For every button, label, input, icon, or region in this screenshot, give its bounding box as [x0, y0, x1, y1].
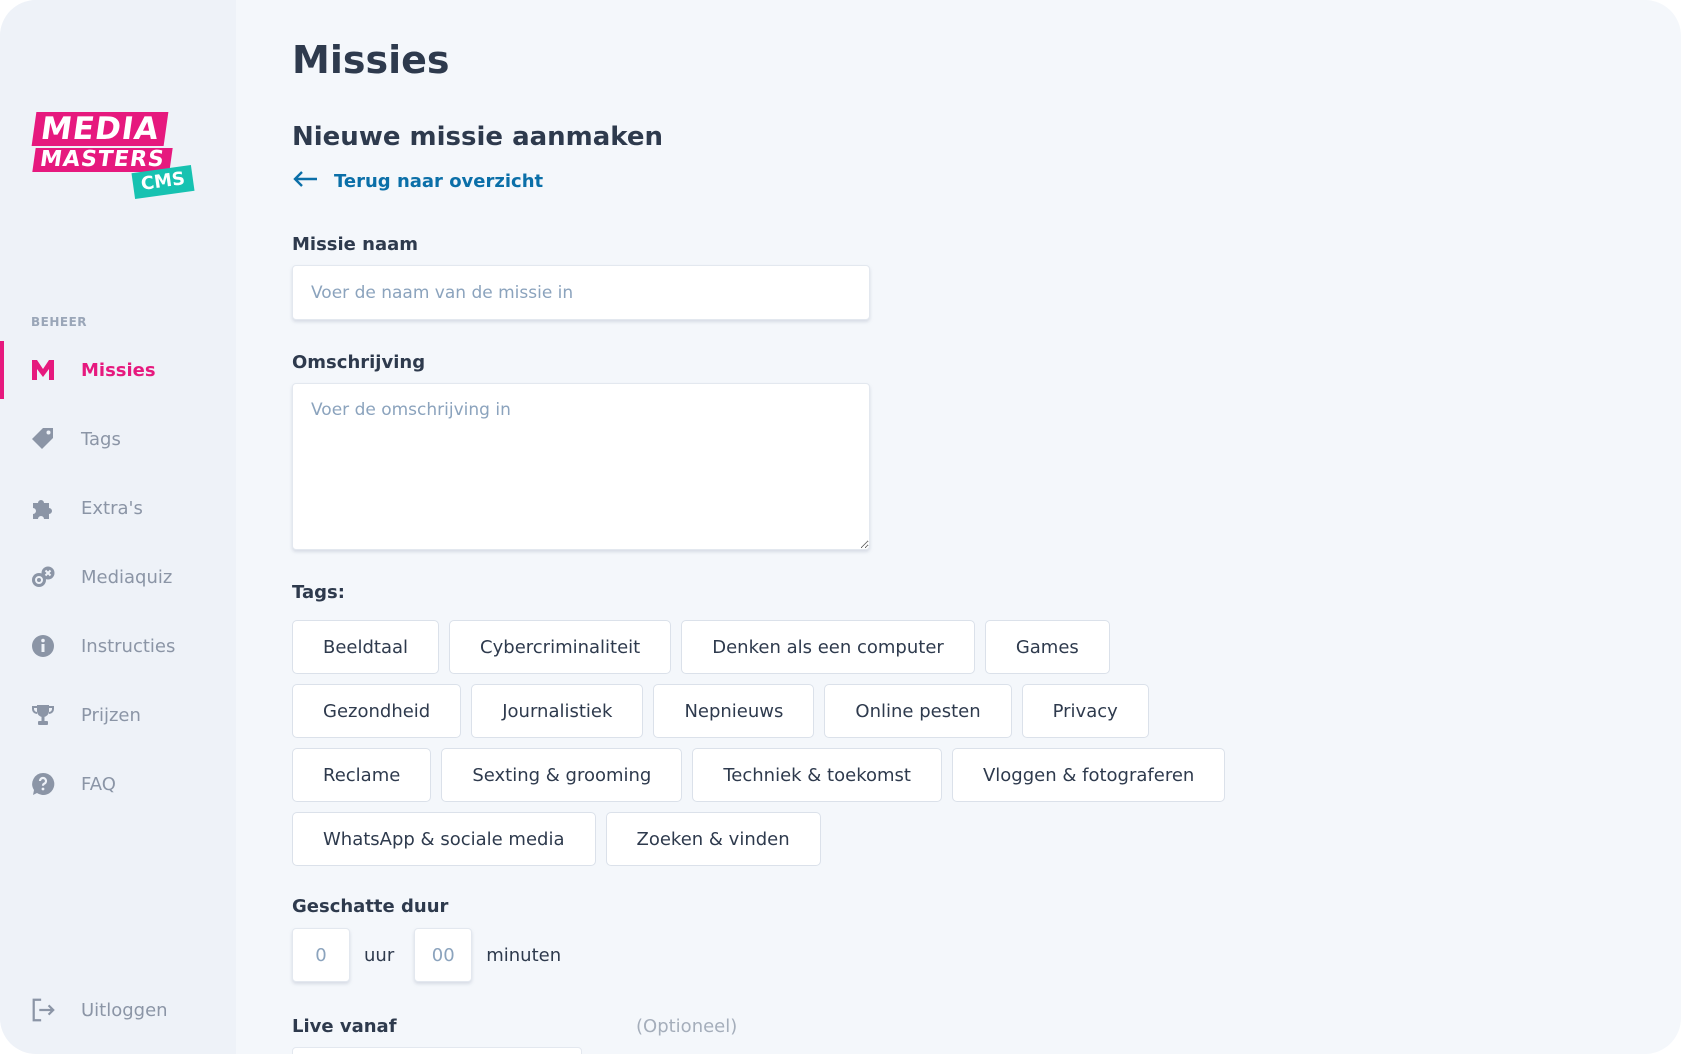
tag-icon [30, 426, 56, 452]
puzzle-icon [30, 495, 56, 521]
duration-inputs: uur minuten [292, 928, 581, 982]
tag-chip[interactable]: Beeldtaal [292, 620, 440, 674]
tag-row: Beeldtaal Cybercriminaliteit Denken als … [292, 620, 1292, 674]
sidebar-nav: Missies Tags Extra's Mediaquiz Instructi… [0, 341, 236, 824]
tag-chip[interactable]: Privacy [1021, 684, 1149, 738]
minutes-unit-label: minuten [486, 944, 562, 966]
tag-chip[interactable]: Games [984, 620, 1110, 674]
optional-hint: (Optioneel) [636, 1016, 738, 1037]
tag-chip[interactable]: Reclame [292, 748, 432, 802]
logo-text-media: MEDIA [31, 111, 169, 147]
sidebar-item-label: Prijzen [81, 704, 141, 726]
sidebar-item-faq[interactable]: FAQ [0, 755, 236, 813]
tag-chip[interactable]: Nepnieuws [653, 684, 815, 738]
hours-input[interactable] [292, 928, 350, 982]
nav-section-label: BEHEER [31, 315, 88, 329]
sidebar-item-label: FAQ [81, 773, 116, 795]
live-from-input[interactable] [292, 1047, 582, 1054]
sidebar-item-label: Mediaquiz [81, 566, 173, 588]
sidebar-item-label: Instructies [81, 635, 176, 657]
sidebar-item-instructies[interactable]: Instructies [0, 617, 236, 675]
info-icon [30, 633, 56, 659]
tag-chip[interactable]: Online pesten [824, 684, 1012, 738]
mission-name-label: Missie naam [292, 234, 419, 255]
back-to-overview-link[interactable]: Terug naar overzicht [292, 170, 543, 192]
minutes-input[interactable] [414, 928, 473, 982]
sidebar-item-label: Extra's [81, 497, 143, 519]
form-title: Nieuwe missie aanmaken [292, 122, 664, 152]
mission-name-input[interactable] [292, 265, 870, 320]
logout-button[interactable]: Uitloggen [30, 995, 168, 1025]
sidebar-item-mediaquiz[interactable]: Mediaquiz [0, 548, 236, 606]
description-textarea[interactable] [292, 383, 870, 550]
page-title: Missies [292, 38, 450, 82]
tag-chip[interactable]: Cybercriminaliteit [449, 620, 672, 674]
logout-icon [30, 997, 56, 1023]
tag-chip[interactable]: WhatsApp & sociale media [292, 812, 596, 866]
live-from-label: Live vanaf [292, 1016, 397, 1037]
sidebar-item-label: Missies [81, 359, 156, 381]
m-letter-icon [30, 357, 56, 383]
tag-chip[interactable]: Gezondheid [292, 684, 462, 738]
tags-label: Tags: [292, 582, 345, 603]
app-window: MEDIA MASTERS CMS BEHEER Missies Tags Ex… [0, 0, 1681, 1054]
trophy-icon [30, 702, 56, 728]
sidebar-item-missies[interactable]: Missies [0, 341, 236, 399]
logout-label: Uitloggen [81, 999, 168, 1021]
duration-label: Geschatte duur [292, 896, 449, 917]
sidebar-item-extras[interactable]: Extra's [0, 479, 236, 537]
tags-selector: Beeldtaal Cybercriminaliteit Denken als … [292, 620, 1292, 876]
main-content: Missies Nieuwe missie aanmaken Terug naa… [236, 0, 1681, 1054]
tag-row: Gezondheid Journalistiek Nepnieuws Onlin… [292, 684, 1292, 738]
media-masters-cms-logo[interactable]: MEDIA MASTERS CMS [28, 110, 204, 202]
logo-text-masters: MASTERS [32, 147, 173, 172]
tag-chip[interactable]: Journalistiek [471, 684, 644, 738]
arrow-left-icon [292, 170, 318, 192]
description-label: Omschrijving [292, 352, 426, 373]
hours-unit-label: uur [364, 944, 395, 966]
sidebar-item-tags[interactable]: Tags [0, 410, 236, 468]
quiz-icon [30, 564, 56, 590]
tag-row: WhatsApp & sociale media Zoeken & vinden [292, 812, 1292, 866]
tag-chip[interactable]: Denken als een computer [681, 620, 975, 674]
question-icon [30, 771, 56, 797]
back-link-label: Terug naar overzicht [334, 170, 544, 192]
tag-chip[interactable]: Techniek & toekomst [692, 748, 942, 802]
sidebar-item-label: Tags [81, 428, 121, 450]
sidebar-item-prijzen[interactable]: Prijzen [0, 686, 236, 744]
tag-chip[interactable]: Zoeken & vinden [605, 812, 821, 866]
sidebar: MEDIA MASTERS CMS BEHEER Missies Tags Ex… [0, 0, 236, 1054]
tag-chip[interactable]: Sexting & grooming [441, 748, 683, 802]
tag-row: Reclame Sexting & grooming Techniek & to… [292, 748, 1292, 802]
tag-chip[interactable]: Vloggen & fotograferen [951, 748, 1226, 802]
